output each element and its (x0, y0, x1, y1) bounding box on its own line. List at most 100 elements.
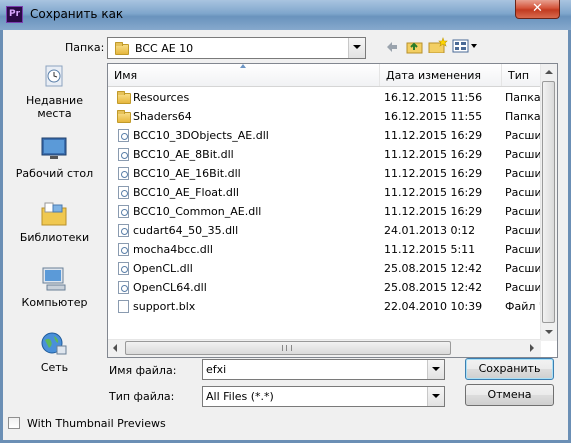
network-icon (41, 332, 67, 355)
view-menu-icon[interactable] (452, 39, 478, 55)
file-name: cudart64_50_35.dll (133, 224, 239, 237)
filetype-label: Тип файла: (109, 390, 175, 403)
save-button[interactable]: Сохранить (465, 358, 554, 380)
folder-label: Папка: (65, 41, 105, 54)
dll-file-icon (118, 243, 129, 256)
places-bar: Недавние места Рабочий стол Библиотеки К… (8, 64, 101, 419)
chevron-down-icon[interactable] (348, 38, 365, 58)
file-row[interactable]: OpenCL64.dll 25.08.2015 12:42 Расши (108, 278, 547, 297)
file-date: 11.12.2015 16:29 (384, 205, 483, 218)
filetype-value: All Files (*.*) (206, 390, 274, 403)
filetype-select[interactable]: All Files (*.*) (202, 386, 445, 407)
dialog-body: Папка: BCC AE 10 Недавние места Рабочий … (3, 30, 568, 440)
file-name: BCC10_AE_16Bit.dll (133, 167, 241, 180)
recent-places-icon (45, 65, 63, 87)
folder-icon (115, 42, 129, 55)
place-label: Компьютер (21, 296, 88, 309)
computer-icon (42, 267, 66, 291)
file-name: mocha4bcc.dll (133, 243, 213, 256)
dll-file-icon (118, 186, 129, 199)
file-name: BCC10_AE_8Bit.dll (133, 148, 234, 161)
file-row[interactable]: Resources 16.12.2015 11:56 Папка (108, 88, 547, 107)
close-button[interactable]: ✕ (515, 0, 560, 19)
save-as-dialog: Pr Сохранить как ✕ Папка: BCC AE 10 Неда… (0, 0, 571, 443)
title-bar[interactable]: Pr Сохранить как ✕ (0, 0, 571, 30)
libraries-icon (41, 202, 67, 226)
column-header-name[interactable]: Имя (108, 64, 380, 86)
file-date: 16.12.2015 11:55 (384, 110, 483, 123)
dll-file-icon (118, 262, 129, 275)
file-date: 22.04.2010 10:39 (384, 300, 483, 313)
file-date: 11.12.2015 16:29 (384, 167, 483, 180)
file-row[interactable]: OpenCL.dll 25.08.2015 12:42 Расши (108, 259, 547, 278)
folder-icon (117, 110, 131, 123)
place-network[interactable]: Сеть (8, 331, 101, 391)
file-date: 11.12.2015 5:11 (384, 243, 476, 256)
column-header-date[interactable]: Дата изменения (380, 64, 502, 86)
place-computer[interactable]: Компьютер (8, 266, 101, 326)
file-name: BCC10_3DObjects_AE.dll (133, 129, 269, 142)
vertical-scroll-thumb[interactable] (542, 81, 555, 323)
file-name: Resources (133, 91, 190, 104)
window-title: Сохранить как (30, 7, 124, 21)
back-arrow-icon[interactable] (384, 39, 400, 55)
file-date: 25.08.2015 12:42 (384, 262, 483, 275)
file-name: BCC10_AE_Float.dll (133, 186, 239, 199)
vertical-scrollbar[interactable] (540, 64, 557, 341)
file-name: support.blx (133, 300, 196, 313)
place-recent[interactable]: Недавние места (8, 64, 101, 124)
file-row[interactable]: cudart64_50_35.dll 24.01.2013 0:12 Расши (108, 221, 547, 240)
file-date: 11.12.2015 16:29 (384, 148, 483, 161)
file-name: OpenCL.dll (133, 262, 193, 275)
filename-value: efxi (206, 363, 227, 376)
file-row[interactable]: BCC10_Common_AE.dll 11.12.2015 16:29 Расши (108, 202, 547, 221)
file-date: 11.12.2015 16:29 (384, 186, 483, 199)
scroll-left-icon[interactable] (108, 340, 124, 356)
premiere-app-icon: Pr (6, 6, 23, 23)
file-name: BCC10_Common_AE.dll (133, 205, 262, 218)
dll-file-icon (118, 281, 129, 294)
file-date: 11.12.2015 16:29 (384, 129, 483, 142)
place-label: Недавние места (26, 94, 83, 120)
place-desktop[interactable]: Рабочий стол (8, 136, 101, 196)
file-name: OpenCL64.dll (133, 281, 207, 294)
grip-icon (282, 345, 292, 351)
folder-value: BCC AE 10 (135, 42, 194, 55)
place-libraries[interactable]: Библиотеки (8, 201, 101, 261)
thumbnail-previews-checkbox[interactable] (8, 417, 20, 429)
filename-label: Имя файла: (109, 364, 177, 377)
horizontal-scroll-thumb[interactable] (125, 341, 451, 355)
horizontal-scrollbar[interactable] (108, 339, 541, 357)
place-label: Рабочий стол (15, 167, 94, 180)
file-row[interactable]: mocha4bcc.dll 11.12.2015 5:11 Расши (108, 240, 547, 259)
scroll-up-icon[interactable] (541, 64, 557, 80)
file-row[interactable]: Shaders64 16.12.2015 11:55 Папка (108, 107, 547, 126)
filename-input[interactable]: efxi (202, 359, 445, 380)
file-name: Shaders64 (133, 110, 192, 123)
column-type-label: Тип (508, 69, 530, 82)
file-row[interactable]: BCC10_3DObjects_AE.dll 11.12.2015 16:29 Ра… (108, 126, 547, 145)
thumbnail-previews-label: With Thumbnail Previews (27, 417, 166, 430)
file-list[interactable]: Имя Дата изменения Тип Resources 16.12.20… (107, 63, 558, 358)
chevron-down-icon[interactable] (427, 387, 444, 406)
up-folder-icon[interactable] (406, 38, 424, 54)
column-name-label: Имя (114, 69, 138, 82)
list-header: Имя Дата изменения Тип (108, 64, 547, 87)
place-label: Библиотеки (19, 231, 90, 244)
new-folder-icon[interactable] (428, 37, 448, 53)
chevron-down-icon[interactable] (427, 360, 444, 379)
file-row[interactable]: BCC10_AE_16Bit.dll 11.12.2015 16:29 Расши (108, 164, 547, 183)
file-icon (118, 300, 129, 313)
dll-file-icon (118, 148, 129, 161)
scroll-down-icon[interactable] (541, 324, 557, 340)
dll-file-icon (118, 205, 129, 218)
file-row[interactable]: BCC10_AE_8Bit.dll 11.12.2015 16:29 Расши (108, 145, 547, 164)
file-date: 16.12.2015 11:56 (384, 91, 483, 104)
folder-combobox[interactable]: BCC AE 10 (107, 37, 366, 59)
dll-file-icon (118, 224, 129, 237)
file-row[interactable]: BCC10_AE_Float.dll 11.12.2015 16:29 Расши (108, 183, 547, 202)
scroll-right-icon[interactable] (524, 340, 540, 356)
file-row[interactable]: support.blx 22.04.2010 10:39 Файл ' (108, 297, 547, 316)
cancel-button[interactable]: Отмена (465, 384, 554, 406)
dll-file-icon (118, 167, 129, 180)
